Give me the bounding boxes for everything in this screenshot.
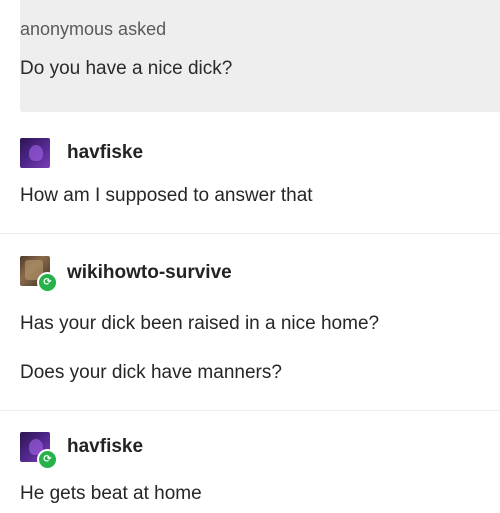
ask-header: anonymous asked xyxy=(20,19,167,39)
divider xyxy=(0,233,500,234)
post-text: How am I supposed to answer that xyxy=(20,185,313,206)
ask-question: Do you have a nice dick? xyxy=(20,58,233,79)
post-text: Does your dick have manners? xyxy=(20,362,282,383)
ask-box xyxy=(20,0,500,112)
post-text: Has your dick been raised in a nice home… xyxy=(20,313,380,334)
username[interactable]: havfiske xyxy=(67,142,143,164)
username[interactable]: havfiske xyxy=(67,436,143,458)
post-text: He gets beat at home xyxy=(20,483,202,504)
avatar[interactable] xyxy=(20,138,50,168)
divider xyxy=(0,410,500,411)
username[interactable]: wikihowto-survive xyxy=(67,262,232,284)
reblog-icon: ⟳ xyxy=(37,449,58,470)
reblog-icon: ⟳ xyxy=(37,272,58,293)
